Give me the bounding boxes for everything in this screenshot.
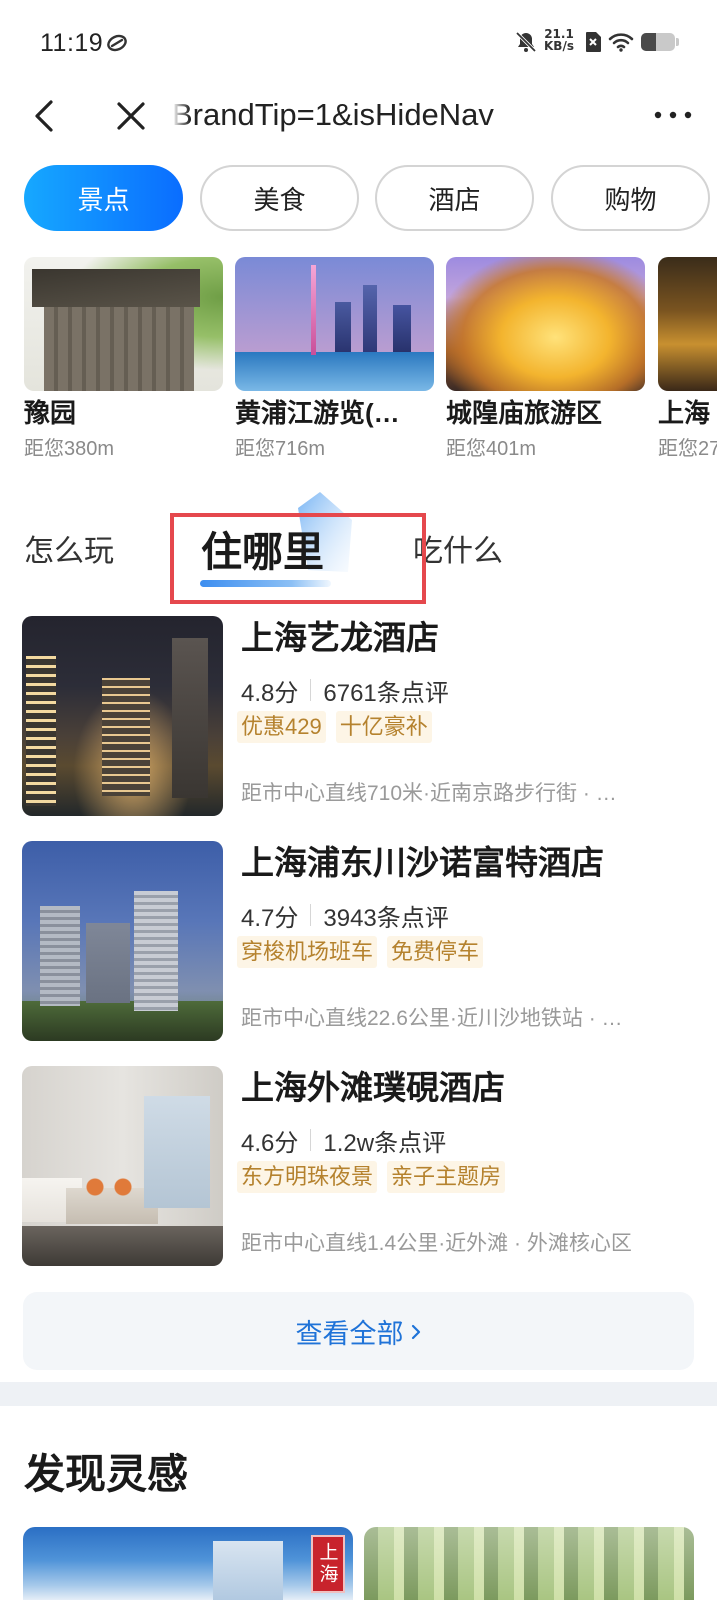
attraction-name: 上海 (658, 398, 711, 428)
attraction-distance: 距您27 (658, 438, 717, 460)
back-arrow-icon[interactable] (30, 98, 58, 134)
attraction-card-huangpu[interactable]: 黄浦江游览(… 距您716m (235, 257, 434, 461)
rating-divider (310, 1129, 312, 1151)
attraction-photo (658, 257, 717, 391)
sync-icon (106, 33, 128, 53)
highlight-box (170, 513, 426, 604)
inspiration-section-title: 发现灵感 (24, 1451, 188, 1497)
hotel-score: 4.7分 (241, 904, 299, 932)
category-chip-label: 购物 (604, 184, 657, 215)
attraction-name: 豫园 (24, 398, 77, 428)
attraction-distance: 距您716m (235, 438, 326, 460)
hotel-item[interactable]: 上海外滩璞硯酒店 4.6分 1.2w条点评 东方明珠夜景 亲子主题房 距市中心直… (0, 1066, 717, 1266)
hotel-tag: 穿梭机场班车 (237, 936, 378, 968)
hotel-rating: 4.7分 3943条点评 (241, 900, 449, 932)
category-chip-label: 景点 (77, 184, 130, 215)
hotel-name: 上海艺龙酒店 (241, 619, 439, 656)
attraction-card-yuyuan[interactable]: 豫园 距您380m (24, 257, 223, 461)
chevron-right-icon (410, 1321, 422, 1341)
location-badge: 上海 (311, 1535, 345, 1593)
hotel-tag: 免费停车 (387, 936, 484, 968)
rating-divider (310, 904, 312, 926)
network-speed: 21.1 KB/s (541, 28, 577, 52)
hotel-photo[interactable] (22, 616, 223, 816)
hotel-tags: 东方明珠夜景 亲子主题房 (237, 1161, 506, 1193)
hotel-tag: 亲子主题房 (387, 1161, 506, 1193)
category-chip-scenic[interactable]: 景点 (24, 165, 183, 231)
battery-tip (676, 38, 679, 46)
hotel-score: 4.8分 (241, 679, 299, 707)
attraction-photo (446, 257, 645, 391)
hotel-review-count: 3943条点评 (323, 904, 449, 932)
hotel-tag: 十亿豪补 (335, 711, 432, 743)
hotel-photo[interactable] (22, 1066, 223, 1266)
rating-divider (310, 679, 312, 701)
status-bar: 11:19 21.1 KB/s (0, 0, 717, 80)
category-chip-hotel[interactable]: 酒店 (375, 165, 534, 231)
attraction-photo (235, 257, 434, 391)
inspiration-card[interactable] (364, 1527, 694, 1600)
battery-level-fill (641, 33, 657, 51)
battery-icon (641, 33, 675, 51)
attraction-card-partial[interactable]: 上海 距您27 (658, 257, 717, 461)
section-divider (0, 1382, 717, 1406)
hotel-tags: 穿梭机场班车 免费停车 (237, 936, 484, 968)
hotel-score: 4.6分 (241, 1129, 299, 1157)
hotel-rating: 4.8分 6761条点评 (241, 675, 449, 707)
tab-how-to-play[interactable]: 怎么玩 (24, 520, 114, 576)
close-icon[interactable] (114, 99, 148, 133)
hotel-location: 距市中心直线710米·近南京路步行街 · … (241, 782, 617, 805)
attraction-photo (24, 257, 223, 391)
wifi-icon (608, 32, 634, 52)
hotel-item[interactable]: 上海浦东川沙诺富特酒店 4.7分 3943条点评 穿梭机场班车 免费停车 距市中… (0, 841, 717, 1041)
category-chip-shopping[interactable]: 购物 (551, 165, 710, 231)
hotel-tags: 优惠429 十亿豪补 (237, 711, 432, 743)
attraction-name: 城隍庙旅游区 (446, 398, 603, 428)
attraction-card-chenghuang[interactable]: 城隍庙旅游区 距您401m (446, 257, 645, 461)
tab-what-to-eat[interactable]: 吃什么 (413, 520, 503, 576)
status-time: 11:19 (40, 29, 104, 57)
bell-off-icon (514, 30, 538, 54)
category-chip-label: 美食 (253, 184, 306, 215)
hotel-name: 上海浦东川沙诺富特酒店 (241, 844, 604, 881)
hotel-location: 距市中心直线1.4公里·近外滩 · 外滩核心区 (241, 1232, 632, 1255)
sim-off-icon (584, 31, 602, 53)
category-chip-label: 酒店 (428, 184, 481, 215)
hotel-name: 上海外滩璞硯酒店 (241, 1069, 505, 1106)
more-dots-icon[interactable] (650, 108, 696, 122)
page-url-title: BrandTip=1&isHideNav (172, 97, 494, 132)
hotel-rating: 4.6分 1.2w条点评 (241, 1125, 447, 1157)
tab-label: 怎么玩 (24, 535, 114, 568)
hotel-review-count: 1.2w条点评 (323, 1129, 447, 1157)
attraction-name: 黄浦江游览(… (235, 398, 400, 428)
hotel-tag: 东方明珠夜景 (237, 1161, 378, 1193)
view-all-label: 查看全部 (295, 1318, 404, 1349)
hotel-photo[interactable] (22, 841, 223, 1041)
hotel-location: 距市中心直线22.6公里·近川沙地铁站 · … (241, 1007, 623, 1030)
category-chip-food[interactable]: 美食 (200, 165, 359, 231)
hotel-review-count: 6761条点评 (323, 679, 449, 707)
view-all-button[interactable]: 查看全部 (23, 1292, 694, 1370)
inspiration-card[interactable]: 上海 (23, 1527, 353, 1600)
attraction-distance: 距您401m (446, 438, 537, 460)
hotel-item[interactable]: 上海艺龙酒店 4.8分 6761条点评 优惠429 十亿豪补 距市中心直线710… (0, 616, 717, 816)
hotel-tag: 优惠429 (237, 711, 326, 743)
tab-label: 吃什么 (413, 535, 503, 568)
attraction-distance: 距您380m (24, 438, 115, 460)
network-speed-unit: KB/s (544, 39, 574, 53)
